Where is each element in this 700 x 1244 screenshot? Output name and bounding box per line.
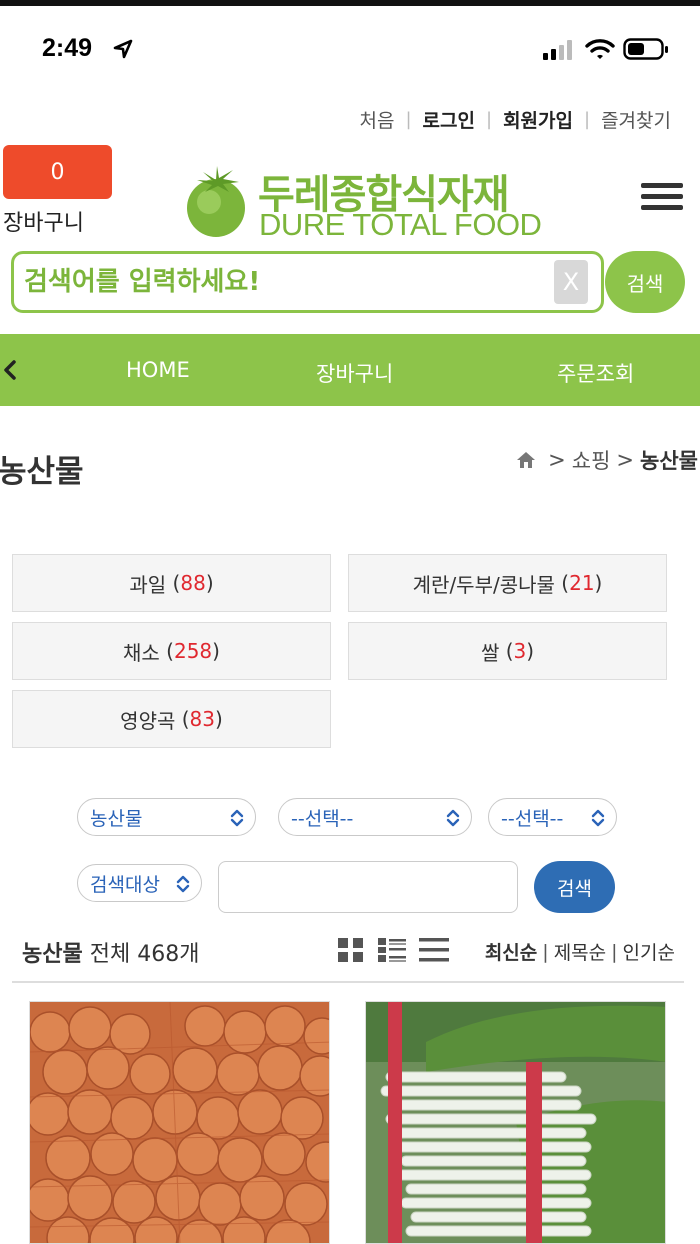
category-select[interactable]: 농산물 <box>77 798 256 836</box>
search-input[interactable] <box>24 262 544 302</box>
link-signup[interactable]: 회원가입 <box>492 106 584 133</box>
search-target-select[interactable]: 검색대상 <box>77 864 202 902</box>
category-vegetables[interactable]: 채소 (258) <box>12 622 331 680</box>
category-count: 3 <box>513 639 527 663</box>
search-box: X <box>11 251 604 313</box>
select-arrows-icon <box>176 875 190 893</box>
battery-icon <box>623 38 668 60</box>
menu-bar <box>641 183 683 188</box>
product-image-onions[interactable] <box>29 1001 330 1244</box>
category-name: 영양곡 <box>120 708 176 733</box>
breadcrumb-separator: > <box>548 448 566 472</box>
keyword-search-button[interactable]: 검색 <box>534 861 615 913</box>
sort-options: 최신순 | 제목순 | 인기순 <box>485 938 675 965</box>
product-image-radish[interactable] <box>365 1001 666 1244</box>
menu-bar <box>641 194 683 199</box>
select-value: 검색대상 <box>90 873 160 896</box>
divider: | <box>542 940 549 963</box>
search-clear-button[interactable]: X <box>554 260 588 304</box>
keyword-input[interactable] <box>218 861 518 913</box>
category-name: 채소 <box>123 640 160 665</box>
select-arrows-icon <box>591 809 605 827</box>
chevron-left-icon[interactable] <box>2 356 18 384</box>
category-grains[interactable]: 영양곡 (83) <box>12 690 331 748</box>
link-bookmark[interactable]: 즐겨찾기 <box>590 106 682 133</box>
breadcrumb-shop[interactable]: 쇼핑 <box>572 445 611 475</box>
top-links: 처음 | 로그인 | 회원가입 | 즐겨찾기 <box>349 106 683 133</box>
nav-item-cart[interactable]: 장바구니 <box>316 358 393 388</box>
nav-item-orders[interactable]: 주문조회 <box>557 358 634 388</box>
onion-sacks-image <box>30 1002 329 1243</box>
list-view-icon[interactable] <box>377 937 407 963</box>
select-value: --선택-- <box>291 807 354 830</box>
sort-title[interactable]: 제목순 <box>554 938 606 965</box>
location-arrow-icon <box>113 39 133 59</box>
cellular-signal-icon <box>543 40 572 60</box>
nav-item-home[interactable]: HOME <box>126 358 190 382</box>
category-rice[interactable]: 쌀 (3) <box>348 622 667 680</box>
category-count: 258 <box>173 639 213 663</box>
sort-latest[interactable]: 최신순 <box>485 938 537 965</box>
cart-label[interactable]: 장바구니 <box>3 205 84 237</box>
category-name: 과일 <box>129 572 167 597</box>
category-name: 계란/두부/콩나물 <box>412 572 555 597</box>
wifi-icon <box>585 39 615 59</box>
status-time: 2:49 <box>42 34 93 62</box>
breadcrumb: > 쇼핑 > 농산물 <box>516 445 698 475</box>
category-count: 88 <box>180 571 206 595</box>
breadcrumb-current: 농산물 <box>640 449 698 473</box>
list-divider <box>12 981 684 983</box>
text-view-icon[interactable] <box>419 937 449 963</box>
category-name: 쌀 <box>480 640 500 665</box>
home-icon[interactable] <box>516 450 536 470</box>
list-category: 농산물 <box>22 942 83 967</box>
category-fruit[interactable]: 과일 (88) <box>12 554 331 612</box>
cart-count-button[interactable]: 0 <box>3 145 112 199</box>
link-login[interactable]: 로그인 <box>412 106 486 133</box>
subcategory-select-2[interactable]: --선택-- <box>488 798 617 836</box>
grid-view-icon[interactable] <box>337 937 365 963</box>
main-nav: HOME 장바구니 주문조회 <box>0 334 700 406</box>
status-bar: 2:49 <box>0 28 700 72</box>
menu-bar <box>641 205 683 210</box>
tomato-logo-icon <box>187 166 245 237</box>
search-button[interactable]: 검색 <box>605 251 685 313</box>
breadcrumb-separator: > <box>616 448 635 472</box>
select-value: 농산물 <box>90 807 143 830</box>
select-arrows-icon <box>230 809 244 827</box>
logo-english-text: DURE TOTAL FOOD <box>259 207 542 242</box>
top-edge <box>0 0 700 6</box>
category-count: 21 <box>569 571 595 595</box>
select-value: --선택-- <box>501 807 564 830</box>
radish-bundle-image <box>366 1002 665 1243</box>
site-logo[interactable]: 두레종합식자재 DURE TOTAL FOOD <box>183 160 542 242</box>
sort-popular[interactable]: 인기순 <box>623 938 675 965</box>
category-egg-tofu-sprout[interactable]: 계란/두부/콩나물 (21) <box>348 554 667 612</box>
subcategory-select-1[interactable]: --선택-- <box>278 798 472 836</box>
list-total: 전체 468개 <box>89 942 200 967</box>
select-arrows-icon <box>446 809 460 827</box>
list-summary: 농산물 전체 468개 <box>22 936 199 968</box>
page-title: 농산물 <box>0 454 84 490</box>
hamburger-menu-icon[interactable] <box>641 183 683 213</box>
category-count: 83 <box>189 707 215 731</box>
divider: | <box>611 940 618 963</box>
link-home[interactable]: 처음 <box>349 106 406 133</box>
